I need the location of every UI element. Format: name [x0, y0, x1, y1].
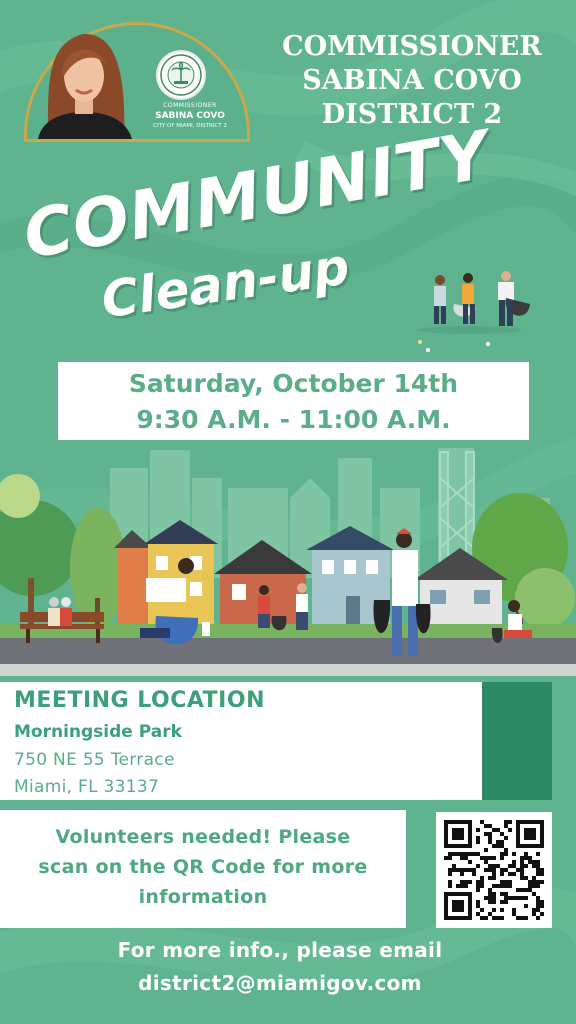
header-line-2: SABINA COVO	[302, 65, 522, 96]
footer-info-line: For more info., please email	[117, 938, 443, 962]
meeting-city: Miami, FL 33137	[14, 777, 160, 797]
flyer-poster: COMMISSIONER SABINA COVO CITY OF MIAMI, …	[0, 0, 576, 1024]
badge-baseline	[24, 139, 250, 142]
volunteers-illustration	[418, 271, 530, 352]
meeting-location-heading: MEETING LOCATION	[14, 688, 265, 713]
event-time: 9:30 A.M. - 11:00 A.M.	[136, 405, 451, 434]
neighborhood-illustration	[0, 448, 576, 676]
event-date: Saturday, October 14th	[128, 369, 459, 398]
volunteers-line-2: scan on the QR Code for more	[38, 856, 368, 878]
volunteers-line-1: Volunteers needed! Please	[55, 826, 351, 848]
footer-email-link[interactable]: district2@miamigov.com	[0, 971, 560, 995]
portrait-photo	[38, 33, 132, 139]
qr-code-icon[interactable]	[436, 812, 552, 928]
header-line-1: COMMISSIONER	[282, 31, 542, 62]
event-date-box: Saturday, October 14th 9:30 A.M. - 11:00…	[58, 362, 529, 440]
badge-city: CITY OF MIAMI, DISTRICT 2	[153, 123, 227, 129]
meeting-accent-block	[482, 682, 552, 800]
volunteers-line-3: information	[138, 886, 268, 908]
city-seal-icon	[156, 50, 206, 100]
badge-name: SABINA COVO	[155, 111, 225, 121]
meeting-street: 750 NE 55 Terrace	[14, 750, 175, 770]
header-line-3: DISTRICT 2	[321, 99, 503, 130]
meeting-park-name: Morningside Park	[14, 722, 182, 742]
badge-role: COMMISSIONER	[163, 102, 217, 109]
